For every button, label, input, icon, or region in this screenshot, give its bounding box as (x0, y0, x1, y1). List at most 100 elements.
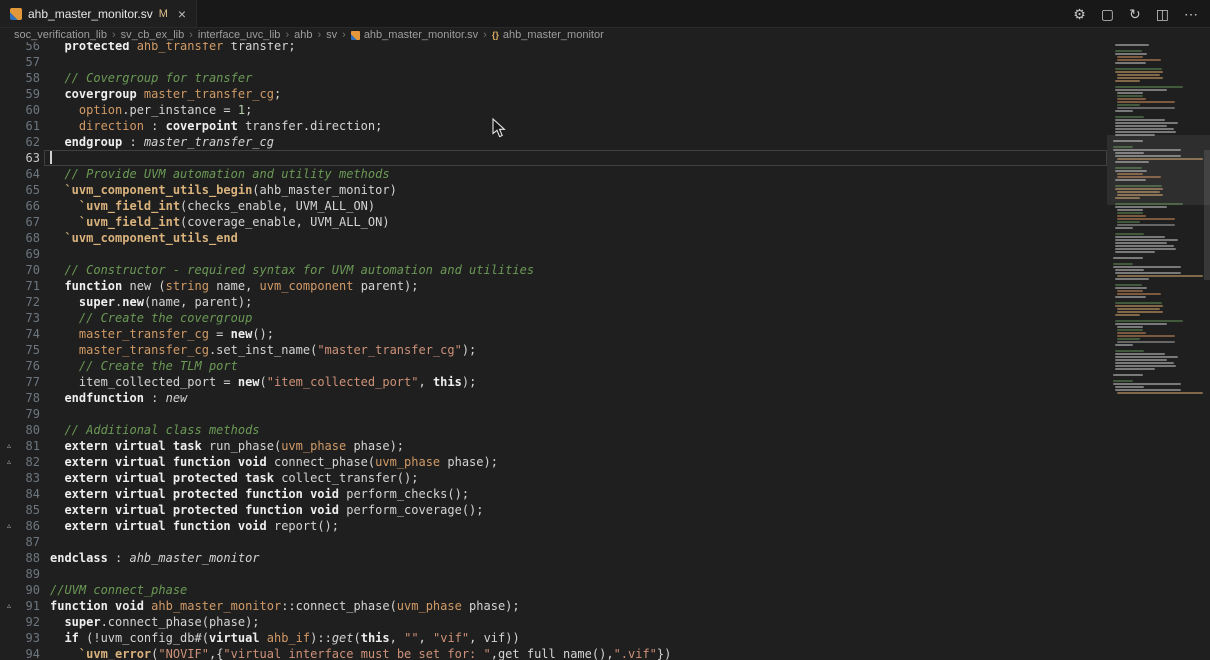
code-line[interactable]: 88endclass : ahb_master_monitor (0, 550, 1107, 566)
line-number[interactable]: 80 (18, 422, 40, 438)
line-number[interactable]: 93 (18, 630, 40, 646)
line-number[interactable]: 94 (18, 646, 40, 660)
minimap-slider[interactable] (1107, 135, 1210, 205)
sync-changes-icon[interactable]: ↻ (1129, 7, 1141, 21)
breadcrumb-item[interactable]: soc_verification_lib (14, 29, 107, 41)
line-number[interactable]: 68 (18, 230, 40, 246)
line-number[interactable]: 75 (18, 342, 40, 358)
line-number[interactable]: 65 (18, 182, 40, 198)
line-number[interactable]: 85 (18, 502, 40, 518)
line-number[interactable]: 58 (18, 70, 40, 86)
code-line[interactable]: 71 function new (string name, uvm_compon… (0, 278, 1107, 294)
code-line[interactable]: 72 super.new(name, parent); (0, 294, 1107, 310)
code-line[interactable]: 77 item_collected_port = new("item_colle… (0, 374, 1107, 390)
extern-marker-icon[interactable]: ▵ (0, 518, 18, 534)
code-line[interactable]: 85 extern virtual protected function voi… (0, 502, 1107, 518)
code-line[interactable]: 70 // Constructor - required syntax for … (0, 262, 1107, 278)
code-line[interactable]: 66 `uvm_field_int(checks_enable, UVM_ALL… (0, 198, 1107, 214)
code-line[interactable]: 58 // Covergroup for transfer (0, 70, 1107, 86)
breadcrumb-item[interactable]: ahb_master_monitor.sv (351, 29, 478, 41)
breadcrumb-item[interactable]: ahb (294, 29, 312, 41)
scrollbar-thumb[interactable] (1204, 150, 1210, 280)
line-number[interactable]: 90 (18, 582, 40, 598)
code-line[interactable]: ▵91function void ahb_master_monitor::con… (0, 598, 1107, 614)
layout-panel-icon[interactable]: ▢ (1101, 7, 1114, 21)
line-number[interactable]: 71 (18, 278, 40, 294)
line-number[interactable]: 59 (18, 86, 40, 102)
code-line[interactable]: 59 covergroup master_transfer_cg; (0, 86, 1107, 102)
breadcrumb-item[interactable]: sv_cb_ex_lib (121, 29, 185, 41)
code-line[interactable]: 76 // Create the TLM port (0, 358, 1107, 374)
code-line[interactable]: 94 `uvm_error("NOVIF",{"virtual interfac… (0, 646, 1107, 660)
line-number[interactable]: 62 (18, 134, 40, 150)
line-number[interactable]: 88 (18, 550, 40, 566)
code-line[interactable]: 92 super.connect_phase(phase); (0, 614, 1107, 630)
line-number[interactable]: 83 (18, 470, 40, 486)
breadcrumb-item[interactable]: {}ahb_master_monitor (492, 29, 604, 41)
line-number[interactable]: 84 (18, 486, 40, 502)
more-actions-icon[interactable]: ⋯ (1184, 7, 1198, 21)
code-line[interactable]: 69 (0, 246, 1107, 262)
settings-gear-icon[interactable]: ⚙ (1073, 7, 1086, 21)
code-line[interactable]: 89 (0, 566, 1107, 582)
line-number[interactable]: 79 (18, 406, 40, 422)
code-line[interactable]: 84 extern virtual protected function voi… (0, 486, 1107, 502)
line-number[interactable]: 92 (18, 614, 40, 630)
line-number[interactable]: 81 (18, 438, 40, 454)
line-number[interactable]: 57 (18, 54, 40, 70)
code-line[interactable]: 90//UVM connect_phase (0, 582, 1107, 598)
line-number[interactable]: 69 (18, 246, 40, 262)
line-number[interactable]: 89 (18, 566, 40, 582)
line-number[interactable]: 82 (18, 454, 40, 470)
code-line[interactable]: 64 // Provide UVM automation and utility… (0, 166, 1107, 182)
code-line[interactable]: 65 `uvm_component_utils_begin(ahb_master… (0, 182, 1107, 198)
line-number[interactable]: 74 (18, 326, 40, 342)
code-line[interactable]: 80 // Additional class methods (0, 422, 1107, 438)
code-line[interactable]: 78 endfunction : new (0, 390, 1107, 406)
code-line[interactable]: ▵86 extern virtual function void report(… (0, 518, 1107, 534)
code-line[interactable]: 73 // Create the covergroup (0, 310, 1107, 326)
line-number[interactable]: 91 (18, 598, 40, 614)
line-number[interactable]: 78 (18, 390, 40, 406)
breadcrumb-item[interactable]: interface_uvc_lib (198, 29, 281, 41)
minimap[interactable] (1107, 42, 1210, 660)
line-number[interactable]: 67 (18, 214, 40, 230)
code-line[interactable]: 61 direction : coverpoint transfer.direc… (0, 118, 1107, 134)
breadcrumb-item[interactable]: sv (326, 29, 337, 41)
tab-ahb-master-monitor[interactable]: ahb_master_monitor.sv M × (0, 0, 197, 27)
code-line[interactable]: 93 if (!uvm_config_db#(virtual ahb_if)::… (0, 630, 1107, 646)
line-number[interactable]: 64 (18, 166, 40, 182)
code-line[interactable]: 56 protected ahb_transfer transfer; (0, 42, 1107, 54)
code-line[interactable]: 63 (0, 150, 1107, 166)
line-number[interactable]: 76 (18, 358, 40, 374)
line-number[interactable]: 70 (18, 262, 40, 278)
code-line[interactable]: 87 (0, 534, 1107, 550)
code-line[interactable]: 68 `uvm_component_utils_end (0, 230, 1107, 246)
line-number[interactable]: 73 (18, 310, 40, 326)
line-number[interactable]: 66 (18, 198, 40, 214)
extern-marker-icon[interactable]: ▵ (0, 438, 18, 454)
code-editor[interactable]: 56 protected ahb_transfer transfer;5758 … (0, 42, 1210, 660)
extern-marker-icon[interactable]: ▵ (0, 454, 18, 470)
line-number[interactable]: 86 (18, 518, 40, 534)
line-number[interactable]: 77 (18, 374, 40, 390)
line-number[interactable]: 56 (18, 42, 40, 54)
extern-marker-icon[interactable]: ▵ (0, 598, 18, 614)
line-number[interactable]: 72 (18, 294, 40, 310)
code-line[interactable]: 62 endgroup : master_transfer_cg (0, 134, 1107, 150)
line-number[interactable]: 87 (18, 534, 40, 550)
split-editor-icon[interactable]: ◫ (1156, 7, 1169, 21)
line-number[interactable]: 60 (18, 102, 40, 118)
line-number[interactable]: 63 (18, 150, 40, 166)
code-line[interactable]: 83 extern virtual protected task collect… (0, 470, 1107, 486)
code-line[interactable]: 67 `uvm_field_int(coverage_enable, UVM_A… (0, 214, 1107, 230)
code-line[interactable]: 75 master_transfer_cg.set_inst_name("mas… (0, 342, 1107, 358)
code-line[interactable]: 79 (0, 406, 1107, 422)
close-tab-icon[interactable]: × (178, 7, 186, 21)
code-line[interactable]: 60 option.per_instance = 1; (0, 102, 1107, 118)
code-line[interactable]: 57 (0, 54, 1107, 70)
code-line[interactable]: ▵81 extern virtual task run_phase(uvm_ph… (0, 438, 1107, 454)
line-number[interactable]: 61 (18, 118, 40, 134)
code-line[interactable]: 74 master_transfer_cg = new(); (0, 326, 1107, 342)
code-line[interactable]: ▵82 extern virtual function void connect… (0, 454, 1107, 470)
